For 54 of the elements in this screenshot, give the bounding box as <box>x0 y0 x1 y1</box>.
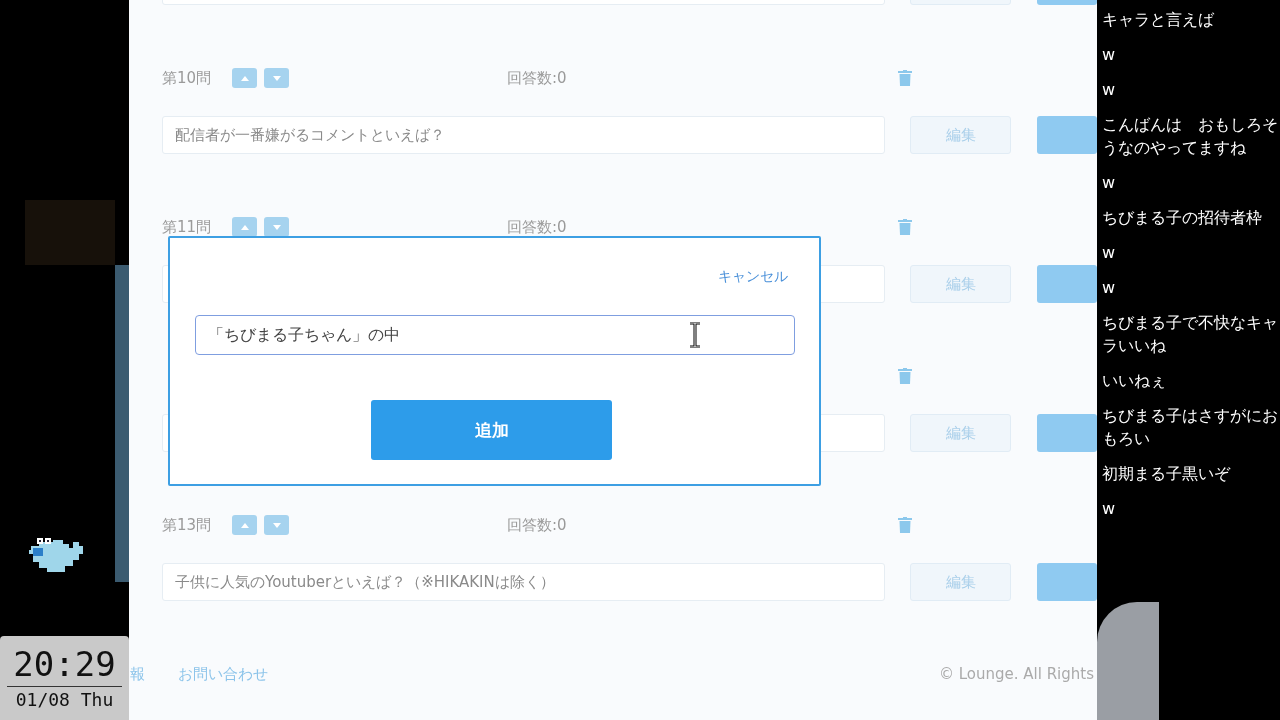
footer-link[interactable]: 報 <box>130 664 145 684</box>
chat-message: w <box>1102 172 1117 194</box>
answer-count: 回答数:0 <box>507 68 568 88</box>
clock-date: 01/08 Thu <box>15 688 114 712</box>
question-field[interactable]: 配信者が一番嫌がるコメントといえば？ <box>162 116 886 154</box>
caret-down-icon <box>272 522 281 528</box>
caret-up-icon <box>240 522 249 528</box>
caret-down-icon <box>272 224 281 230</box>
answer-count: 回答数:0 <box>507 217 568 237</box>
footer-link[interactable]: お問い合わせ <box>178 664 268 684</box>
edit-button[interactable]: 編集 <box>910 414 1011 452</box>
question-field[interactable]: 子供に人気のYoutuberといえば？（※HIKAKINは除く） <box>162 563 886 601</box>
caret-up-icon <box>240 224 249 230</box>
chat-message: ちびまる子はさすがにおもろい <box>1102 405 1278 450</box>
caret-down-icon <box>272 75 281 81</box>
add-button[interactable]: 追加 <box>371 400 612 460</box>
chat-message: こんばんは おもしろそうなのやってますね <box>1102 114 1278 159</box>
action-button[interactable] <box>1037 563 1097 601</box>
chat-message: キャラと言えば <box>1102 9 1215 31</box>
clock-time: 20:29 <box>7 642 122 687</box>
move-down-button[interactable] <box>264 515 289 535</box>
cancel-link[interactable]: キャンセル <box>718 266 788 286</box>
action-button[interactable] <box>1037 414 1097 452</box>
chat-message: 初期まる子黒いぞ <box>1102 463 1232 485</box>
chat-message: w <box>1102 277 1117 299</box>
answer-input[interactable]: 「ちびまる子ちゃん」の中 <box>195 315 795 355</box>
move-down-button[interactable] <box>264 217 289 237</box>
trash-icon[interactable] <box>898 70 912 86</box>
chat-message: いいねぇ <box>1102 370 1167 392</box>
move-up-button[interactable] <box>232 217 257 237</box>
trash-icon[interactable] <box>898 517 912 533</box>
question-number: 第11問 <box>162 217 213 237</box>
chat-message: ちびまる子で不快なキャラいいね <box>1102 312 1278 357</box>
question-number: 第13問 <box>162 515 213 535</box>
edit-button[interactable]: 編集 <box>910 116 1011 154</box>
answer-count: 回答数:0 <box>507 515 568 535</box>
chat-message: w <box>1102 498 1117 520</box>
caret-up-icon <box>240 75 249 81</box>
chat-message: w <box>1102 79 1117 101</box>
text-cursor-icon <box>687 322 703 348</box>
move-up-button[interactable] <box>232 68 257 88</box>
move-up-button[interactable] <box>232 515 257 535</box>
question-number: 第10問 <box>162 68 213 88</box>
trash-icon[interactable] <box>898 219 912 235</box>
action-button[interactable] <box>1037 116 1097 154</box>
edit-button[interactable]: 編集 <box>910 265 1011 303</box>
chat-message: w <box>1102 44 1117 66</box>
trash-icon[interactable] <box>898 368 912 384</box>
chat-message: w <box>1102 242 1117 264</box>
copyright-text: © Lounge. All Rights <box>938 665 1094 683</box>
move-down-button[interactable] <box>264 68 289 88</box>
chat-message: ちびまる子の招待者枠 <box>1102 207 1263 229</box>
edit-button[interactable]: 編集 <box>910 563 1011 601</box>
action-button[interactable] <box>1037 265 1097 303</box>
